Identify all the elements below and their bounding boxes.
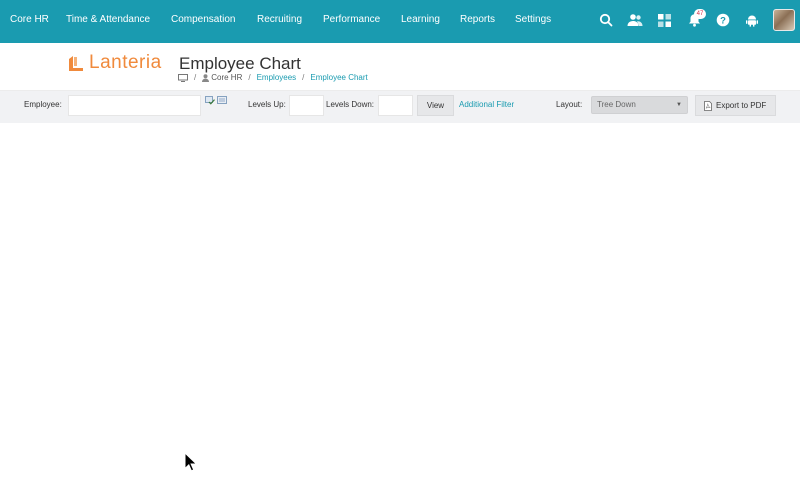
employee-chart-canvas — [0, 123, 800, 500]
nav-time-attendance[interactable]: Time & Attendance — [66, 14, 150, 25]
breadcrumb-separator: / — [194, 73, 197, 82]
levels-down-label: Levels Down: — [326, 100, 375, 109]
dropdown-arrow-icon: ▼ — [676, 102, 682, 108]
check-names-icon[interactable] — [205, 96, 215, 105]
monitor-icon[interactable] — [178, 73, 188, 82]
layout-selected-value: Tree Down — [597, 100, 636, 109]
breadcrumb-employee-chart[interactable]: Employee Chart — [310, 73, 367, 82]
user-icon — [202, 73, 210, 82]
breadcrumb-employees[interactable]: Employees — [257, 73, 297, 82]
levels-up-input[interactable] — [289, 95, 324, 116]
export-to-pdf-button[interactable]: Export to PDF — [695, 95, 776, 116]
user-avatar[interactable] — [773, 9, 795, 31]
mouse-pointer-icon — [184, 451, 198, 472]
employee-label: Employee: — [24, 100, 62, 109]
view-button[interactable]: View — [417, 95, 454, 116]
employee-input[interactable] — [68, 95, 201, 116]
android-icon[interactable] — [744, 12, 760, 28]
lanteria-logo: Lanteria — [89, 52, 162, 73]
breadcrumb-core-hr[interactable]: Core HR — [211, 73, 242, 82]
breadcrumb-separator: / — [248, 73, 251, 82]
nav-reports[interactable]: Reports — [460, 14, 495, 25]
layout-select[interactable]: Tree Down ▼ — [591, 96, 688, 114]
search-icon[interactable] — [598, 12, 614, 28]
breadcrumb: / Core HR / Employees / Employee Chart — [178, 73, 368, 82]
address-book-icon[interactable] — [217, 96, 227, 105]
svg-text:?: ? — [720, 15, 726, 26]
nav-settings[interactable]: Settings — [515, 14, 551, 25]
export-to-pdf-label: Export to PDF — [716, 101, 767, 110]
levels-down-input[interactable] — [378, 95, 413, 116]
apps-grid-icon[interactable] — [656, 12, 672, 28]
nav-learning[interactable]: Learning — [401, 14, 440, 25]
breadcrumb-separator: / — [302, 73, 305, 82]
layout-label: Layout: — [556, 100, 583, 109]
page-title: Employee Chart — [179, 54, 301, 73]
notification-count-badge: 47 — [694, 9, 706, 19]
top-navigation-bar: Core HR Time & Attendance Compensation R… — [0, 0, 800, 43]
nav-recruiting[interactable]: Recruiting — [257, 14, 302, 25]
levels-up-label: Levels Up: — [248, 100, 286, 109]
nav-performance[interactable]: Performance — [323, 14, 380, 25]
pdf-file-icon — [704, 100, 712, 111]
lanteria-logo-mark-icon — [69, 56, 83, 71]
additional-filter-link[interactable]: Additional Filter — [459, 100, 514, 109]
nav-compensation[interactable]: Compensation — [171, 14, 235, 25]
help-icon[interactable]: ? — [715, 12, 731, 28]
nav-core-hr[interactable]: Core HR — [10, 14, 49, 25]
people-icon[interactable] — [627, 12, 643, 28]
